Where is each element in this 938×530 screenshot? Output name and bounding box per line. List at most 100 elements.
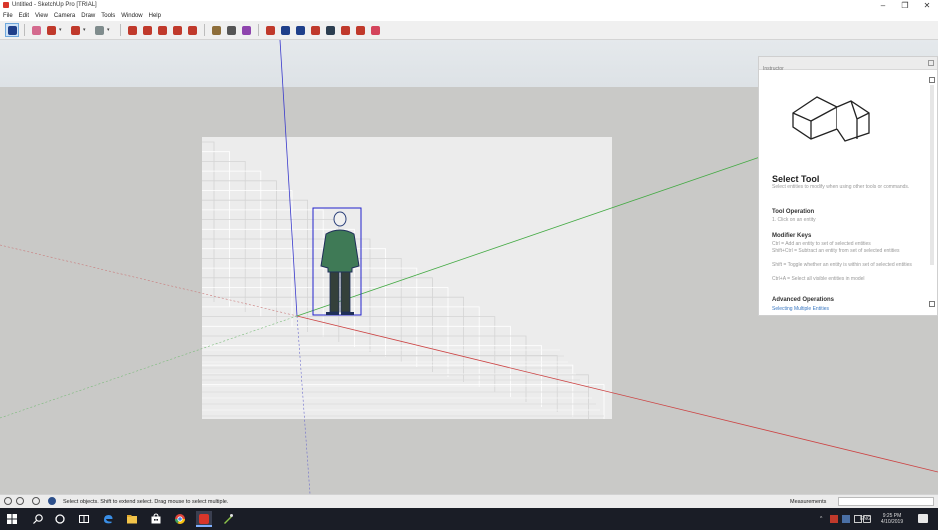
status-message: Select objects. Shift to extend select. … xyxy=(63,499,229,505)
store-icon[interactable] xyxy=(150,513,162,525)
selecting-multiple-entities-link[interactable]: Selecting Multiple Entities xyxy=(772,306,829,312)
close-button[interactable]: ✕ xyxy=(916,0,938,11)
paint-bucket-tool-icon xyxy=(241,25,251,35)
arc-tool-icon xyxy=(70,25,80,35)
figure-head xyxy=(333,211,347,227)
push-pull-tool-icon xyxy=(127,25,137,35)
tape-measure-tool-icon xyxy=(211,25,221,35)
modifier-key-ctrl-a: Ctrl+A = Select all visible entities in … xyxy=(772,276,865,282)
instructor-scrollbar[interactable] xyxy=(929,77,935,307)
zoom-extents-tool-button[interactable] xyxy=(308,23,322,37)
zoom-tool-button[interactable] xyxy=(293,23,307,37)
paint-app-icon[interactable] xyxy=(222,513,234,525)
push-pull-tool-button[interactable] xyxy=(125,23,139,37)
tool-operation-step: 1. Click on an entity xyxy=(772,217,816,223)
figure-left-shoe xyxy=(326,312,339,315)
menu-file[interactable]: File xyxy=(3,11,13,21)
window-controls: – ❐ ✕ xyxy=(872,0,938,11)
credits-icon[interactable] xyxy=(16,497,24,505)
line-tool-icon xyxy=(46,25,56,35)
section-heading-modifier-keys: Modifier Keys xyxy=(772,233,812,239)
toolbar-separator xyxy=(204,24,205,36)
tool-strip: ▾ ▾ ▾ xyxy=(5,23,383,37)
language-indicator[interactable]: ENG xyxy=(860,508,871,530)
zoom-extents-tool-icon xyxy=(310,25,320,35)
modifier-key-ctrl: Ctrl = Add an entity to set of selected … xyxy=(772,241,871,247)
tray-app2-icon[interactable] xyxy=(842,515,850,523)
large-toolset-toolbar: ▾ ▾ ▾ xyxy=(0,21,938,40)
windows-start-icon[interactable] xyxy=(6,513,18,525)
figure-right-leg xyxy=(340,271,351,313)
scroll-down-arrow-icon[interactable] xyxy=(929,301,935,307)
menu-window[interactable]: Window xyxy=(121,11,142,21)
pan-tool-button[interactable] xyxy=(278,23,292,37)
sketchup-taskbar-button[interactable] xyxy=(196,511,212,527)
tray-chevron-icon[interactable]: ^ xyxy=(820,508,822,530)
style-builder-tool-button[interactable] xyxy=(368,23,382,37)
taskbar-clock[interactable]: 9:25 PM 4/10/2019 xyxy=(876,513,908,525)
menu-draw[interactable]: Draw xyxy=(81,11,95,21)
menu-edit[interactable]: Edit xyxy=(19,11,29,21)
menu-tools[interactable]: Tools xyxy=(101,11,115,21)
line-tool-button[interactable] xyxy=(44,23,58,37)
select-tool-button[interactable] xyxy=(5,23,19,37)
extension-warehouse-tool-button[interactable] xyxy=(338,23,352,37)
layout-tool-icon xyxy=(355,25,365,35)
menu-help[interactable]: Help xyxy=(149,11,161,21)
scale-tool-icon xyxy=(187,25,197,35)
orbit-tool-icon xyxy=(265,25,275,35)
instructor-toggle-icon[interactable] xyxy=(48,497,56,505)
rotate-tool-icon xyxy=(172,25,182,35)
instructor-panel: Instructor Select Tool Select entities t… xyxy=(758,56,938,316)
house-illustration xyxy=(792,96,870,142)
maximize-button[interactable]: ❐ xyxy=(894,0,916,11)
search-icon[interactable] xyxy=(32,513,44,525)
offset-tool-button[interactable] xyxy=(140,23,154,37)
cortana-icon[interactable] xyxy=(54,513,66,525)
measurements-input[interactable] xyxy=(838,497,934,506)
pan-tool-icon xyxy=(280,25,290,35)
eraser-tool-icon xyxy=(31,25,41,35)
tape-measure-tool-button[interactable] xyxy=(209,23,223,37)
menu-view[interactable]: View xyxy=(35,11,48,21)
scroll-up-arrow-icon[interactable] xyxy=(929,77,935,83)
windows-taskbar: ^ ENG 9:25 PM 4/10/2019 xyxy=(0,508,938,530)
rectangle-tool-dropdown-icon[interactable]: ▾ xyxy=(107,23,113,37)
rotate-tool-button[interactable] xyxy=(170,23,184,37)
zoom-tool-icon xyxy=(295,25,305,35)
menu-camera[interactable]: Camera xyxy=(54,11,75,21)
move-tool-button[interactable] xyxy=(155,23,169,37)
sign-in-icon[interactable] xyxy=(32,497,40,505)
scale-tool-button[interactable] xyxy=(185,23,199,37)
panel-pin-icon[interactable] xyxy=(928,60,934,66)
tray-app-icon[interactable] xyxy=(830,515,838,523)
rectangle-tool-icon xyxy=(94,25,104,35)
rectangle-tool-button[interactable] xyxy=(92,23,106,37)
section-heading-tool-operation: Tool Operation xyxy=(772,209,815,215)
scroll-thumb[interactable] xyxy=(930,85,934,265)
extension-warehouse-tool-icon xyxy=(340,25,350,35)
line-tool-dropdown-icon[interactable]: ▾ xyxy=(59,23,65,37)
menu-bar: File Edit View Camera Draw Tools Window … xyxy=(0,11,938,21)
notifications-icon[interactable] xyxy=(918,514,928,523)
file-explorer-icon[interactable] xyxy=(126,513,138,525)
text-tool-button[interactable] xyxy=(224,23,238,37)
warehouse-tool-button[interactable] xyxy=(323,23,337,37)
task-view-icon[interactable] xyxy=(78,513,90,525)
style-builder-tool-icon xyxy=(370,25,380,35)
arc-tool-dropdown-icon[interactable]: ▾ xyxy=(83,23,89,37)
figure-right-shoe xyxy=(341,312,354,315)
toolbar-separator xyxy=(120,24,121,36)
section-heading-advanced-operations: Advanced Operations xyxy=(772,297,835,303)
orbit-tool-button[interactable] xyxy=(263,23,277,37)
minimize-button[interactable]: – xyxy=(872,0,894,11)
eraser-tool-button[interactable] xyxy=(29,23,43,37)
edge-browser-icon[interactable] xyxy=(102,513,114,525)
modifier-key-shift-ctrl: Shift+Ctrl = Subtract an entity from set… xyxy=(772,248,900,254)
chrome-icon[interactable] xyxy=(174,513,186,525)
instructor-header: Instructor xyxy=(759,57,937,72)
paint-bucket-tool-button[interactable] xyxy=(239,23,253,37)
arc-tool-button[interactable] xyxy=(68,23,82,37)
geo-location-icon[interactable] xyxy=(4,497,12,505)
layout-tool-button[interactable] xyxy=(353,23,367,37)
